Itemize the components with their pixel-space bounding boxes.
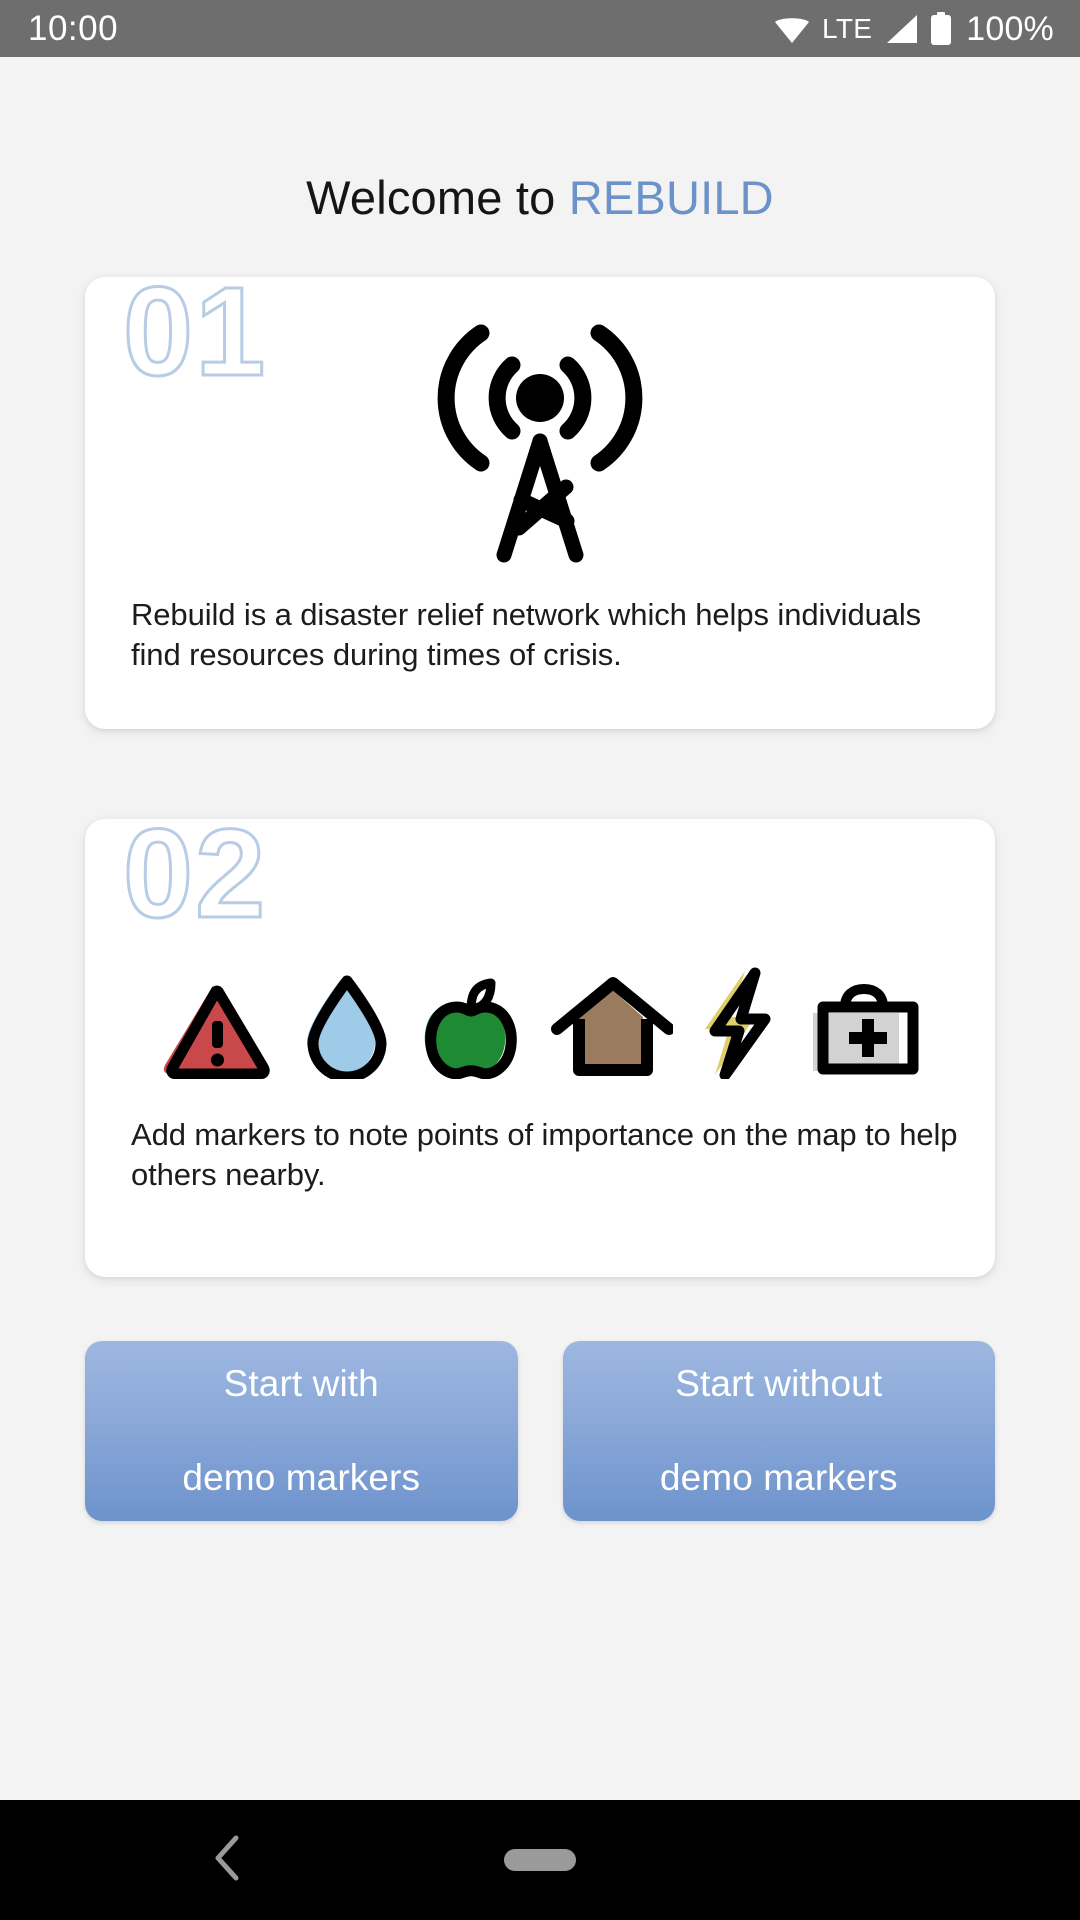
house-shelter-icon: [551, 975, 675, 1084]
start-buttons-row: Start with demo markers Start without demo…: [85, 1340, 995, 1521]
chevron-left-icon: [211, 1834, 245, 1887]
start-without-demo-markers-line1: Start without: [675, 1362, 883, 1404]
start-with-demo-markers-line2: demo markers: [182, 1457, 421, 1499]
wifi-icon: [774, 14, 810, 44]
start-with-demo-markers-label: Start with demo markers: [182, 1360, 420, 1502]
start-without-demo-markers-line2: demo markers: [659, 1457, 898, 1499]
battery-icon: [930, 11, 952, 46]
first-aid-kit-icon: [807, 975, 921, 1084]
onboarding-card-02: 02 Add markers to note points of importa…: [85, 818, 995, 1277]
broadcast-tower-icon: [437, 315, 643, 568]
warning-triangle-icon: [159, 975, 275, 1084]
status-bar: 10:00 LTE 100%: [0, 0, 1080, 57]
status-icons-group: LTE 100%: [774, 9, 1054, 48]
nav-back-button[interactable]: [205, 1835, 251, 1883]
page-title: Welcome to REBUILD: [85, 172, 995, 224]
apple-food-icon: [415, 973, 531, 1084]
start-without-demo-markers-label: Start without demo markers: [660, 1360, 898, 1502]
status-clock: 10:00: [28, 9, 119, 48]
onboarding-card-01: 01 Rebuild is a disaster relief network …: [85, 276, 995, 729]
card-01-description: Rebuild is a disaster relief network whi…: [131, 596, 922, 672]
start-with-demo-markers-line1: Start with: [223, 1362, 379, 1404]
page-title-brand: REBUILD: [568, 171, 774, 224]
start-with-demo-markers-button[interactable]: Start with demo markers: [85, 1340, 518, 1521]
onboarding-content: Welcome to REBUILD 01 Rebuild is a disas…: [0, 57, 1080, 1800]
page-title-plain: Welcome to: [306, 171, 569, 224]
card-number-02: 02: [121, 818, 268, 944]
cellular-signal-icon: [884, 14, 918, 44]
nav-home-pill[interactable]: [504, 1849, 576, 1871]
broadcast-tower-illustration: [85, 315, 995, 568]
lightning-bolt-icon: [693, 967, 787, 1084]
start-without-demo-markers-button[interactable]: Start without demo markers: [562, 1340, 995, 1521]
marker-types-illustration: [85, 967, 995, 1084]
water-drop-icon: [295, 973, 395, 1084]
battery-percent-label: 100%: [966, 9, 1054, 48]
network-type-label: LTE: [822, 12, 873, 44]
phone-screen: 10:00 LTE 100% Welcome to REBUILD 01 Reb…: [0, 0, 1080, 1920]
card-02-description: Add markers to note points of importance…: [131, 1116, 958, 1192]
android-navigation-bar: [0, 1800, 1080, 1920]
